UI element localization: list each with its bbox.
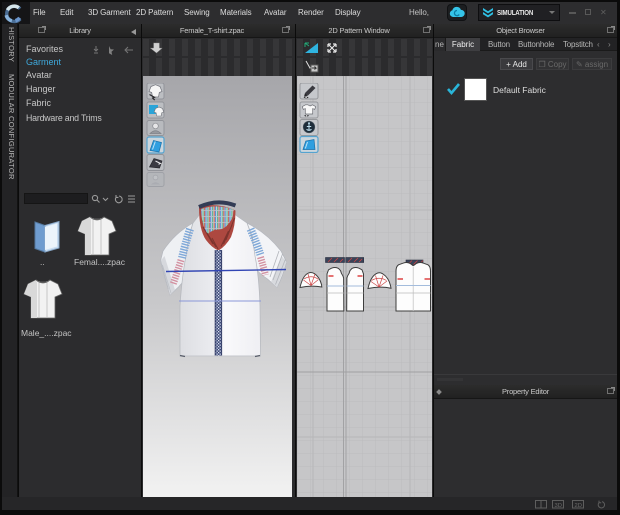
svg-text:3D: 3D [555, 503, 562, 509]
svg-text:2D: 2D [575, 503, 582, 509]
